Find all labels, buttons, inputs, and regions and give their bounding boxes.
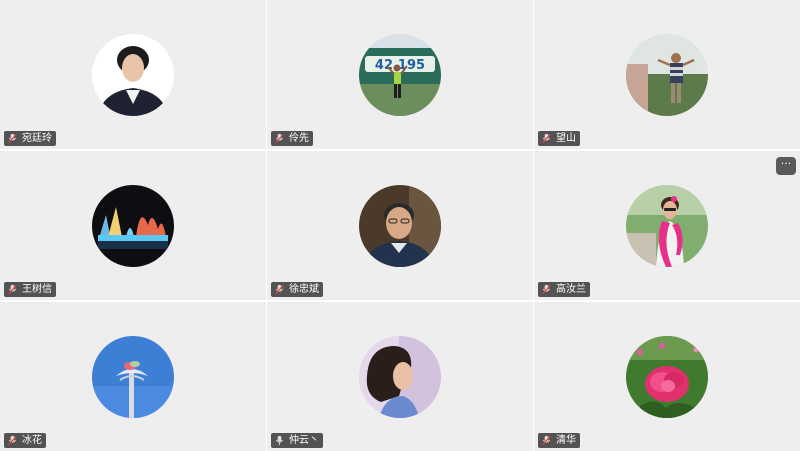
participant-avatar — [92, 185, 174, 267]
participant-avatar — [626, 185, 708, 267]
name-tag: 王树信 — [4, 282, 56, 297]
name-tag: 仲云丶 — [271, 433, 323, 448]
mic-muted-icon — [541, 435, 552, 446]
participant-tile[interactable]: 宛廷玲 — [0, 0, 266, 149]
participant-tile[interactable]: 仲云丶 — [267, 302, 533, 451]
participant-tile[interactable]: ··· 高汝兰 — [534, 151, 800, 300]
participant-name: 宛廷玲 — [22, 133, 52, 144]
video-grid: 宛廷玲 42.195 伶先 望山 王树信 徐忠斌 ··· 高汝兰 冰花 仲云丶 … — [0, 0, 800, 451]
participant-tile[interactable]: 望山 — [534, 0, 800, 149]
mic-on-icon — [274, 435, 285, 446]
name-tag: 冰花 — [4, 433, 46, 448]
participant-tile[interactable]: 徐忠斌 — [267, 151, 533, 300]
mic-muted-icon — [7, 133, 18, 144]
participant-avatar — [626, 34, 708, 116]
participant-name: 徐忠斌 — [289, 284, 319, 295]
participant-avatar: 42.195 — [359, 34, 441, 116]
name-tag: 清华 — [538, 433, 580, 448]
name-tag: 高汝兰 — [538, 282, 590, 297]
participant-tile[interactable]: 王树信 — [0, 151, 266, 300]
participant-avatar — [626, 336, 708, 418]
mic-muted-icon — [274, 133, 285, 144]
mic-muted-icon — [541, 284, 552, 295]
name-tag: 伶先 — [271, 131, 313, 146]
participant-name: 王树信 — [22, 284, 52, 295]
name-tag: 宛廷玲 — [4, 131, 56, 146]
mic-muted-icon — [7, 435, 18, 446]
more-options-button[interactable]: ··· — [776, 157, 796, 175]
mic-muted-icon — [274, 284, 285, 295]
participant-name: 高汝兰 — [556, 284, 586, 295]
svg-text:42.195: 42.195 — [375, 58, 425, 73]
participant-avatar — [92, 336, 174, 418]
participant-avatar — [359, 336, 441, 418]
participant-name: 冰花 — [22, 435, 42, 446]
participant-tile[interactable]: 冰花 — [0, 302, 266, 451]
participant-name: 伶先 — [289, 133, 309, 144]
participant-tile[interactable]: 42.195 伶先 — [267, 0, 533, 149]
mic-muted-icon — [7, 284, 18, 295]
name-tag: 徐忠斌 — [271, 282, 323, 297]
participant-name: 清华 — [556, 435, 576, 446]
participant-avatar — [359, 185, 441, 267]
name-tag: 望山 — [538, 131, 580, 146]
mic-muted-icon — [541, 133, 552, 144]
participant-avatar — [92, 34, 174, 116]
participant-name: 仲云丶 — [289, 435, 319, 446]
participant-tile[interactable]: 清华 — [534, 302, 800, 451]
participant-name: 望山 — [556, 133, 576, 144]
